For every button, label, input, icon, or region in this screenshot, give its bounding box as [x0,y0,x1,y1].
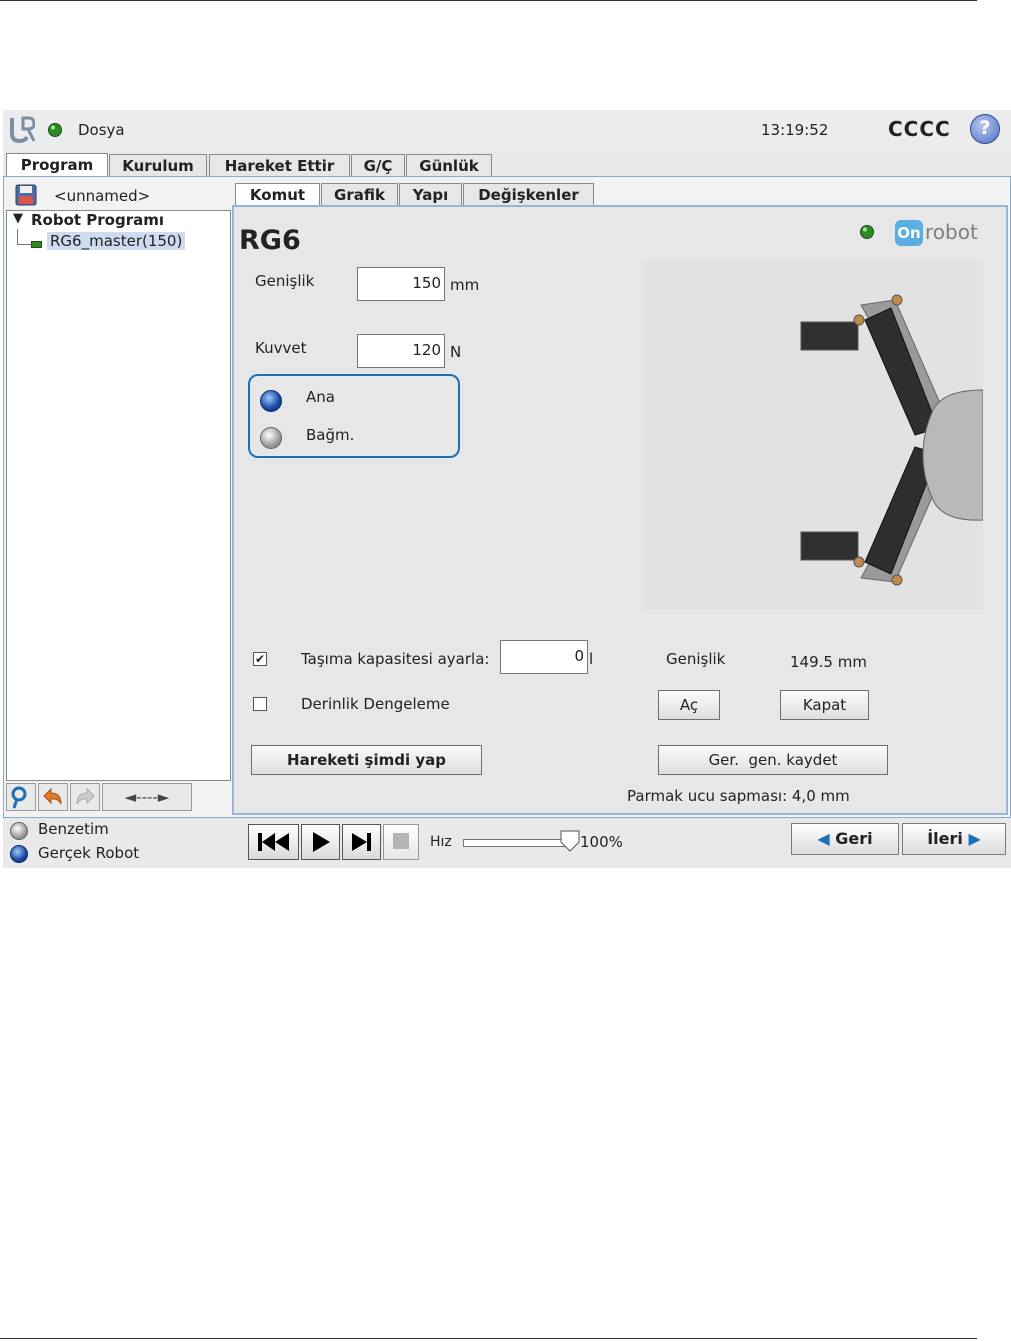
tab-structure[interactable]: Yapı [399,183,462,205]
speed-slider-track[interactable] [463,839,575,847]
fingertip-offset: Parmak ucu sapması: 4,0 mm [627,787,850,805]
width-unit: mm [450,276,480,294]
radio-slave-label: Bağm. [306,426,355,444]
radio-slave[interactable] [260,427,282,449]
tab-installation[interactable]: Kurulum [109,154,207,176]
radio-master-label: Ana [306,388,335,406]
speed-label: Hız [430,834,452,850]
step-button[interactable] [342,824,381,860]
tab-move[interactable]: Hareket Ettir [209,154,350,176]
back-button[interactable]: ◀ Geri [791,823,899,855]
tab-log[interactable]: Günlük [406,154,492,176]
status-led-icon [48,123,62,137]
next-label: İleri [927,829,963,848]
search-icon [11,786,27,809]
rewind-icon [258,833,289,851]
tab-variables[interactable]: Değişkenler [463,183,594,205]
tree-root[interactable]: Robot Programı [31,211,164,229]
robot-name: CCCC [888,117,951,141]
search-button[interactable] [6,783,36,811]
real-robot-radio[interactable] [10,845,28,863]
onrobot-logo-icon: On [895,220,923,246]
simulation-radio[interactable] [10,822,28,840]
real-robot-label: Gerçek Robot [38,844,140,862]
undo-icon [43,787,62,805]
play-icon [313,832,330,852]
program-file-name: <unnamed> [54,187,151,205]
payload-input[interactable]: 0 [500,640,588,674]
tree-connector [17,244,31,245]
payload-checkbox[interactable]: ✔ [253,652,267,666]
force-unit: N [450,343,462,361]
payload-label: Taşıma kapasitesi ayarla: [301,650,490,668]
depth-label: Derinlik Dengeleme [301,695,450,713]
stop-button[interactable] [383,824,419,860]
width-label: Genişlik [255,272,315,290]
open-button[interactable]: Aç [658,690,720,720]
width-input[interactable]: 150 [357,267,445,301]
file-menu[interactable]: Dosya [78,121,125,139]
force-input[interactable]: 120 [357,334,445,368]
help-icon[interactable]: ? [970,114,1000,144]
tab-graphics[interactable]: Grafik [321,183,398,205]
stop-icon [393,833,409,849]
current-width-value: 149.5 mm [790,653,867,671]
save-width-button[interactable]: Ger. gen. kaydet [658,745,888,775]
radio-master[interactable] [260,390,282,412]
redo-icon [76,787,95,805]
node-status-icon [31,241,42,248]
rewind-button[interactable] [248,824,299,860]
next-button[interactable]: İleri ▶ [902,823,1006,855]
step-icon [352,833,371,851]
program-tree: ▼ Robot Programı RG6_master(150) [6,210,231,781]
redo-button[interactable] [70,783,100,811]
polyscope-window: Dosya 13:19:52 CCCC ? Program Kurulum Ha… [3,110,1011,868]
save-icon[interactable] [15,184,37,206]
move-node-button[interactable]: ◄----► [102,783,192,811]
role-radio-group [248,374,460,458]
tree-connector [17,229,18,244]
gripper-illustration [643,260,983,610]
tree-expand-icon[interactable]: ▼ [13,211,23,226]
onrobot-logo-text: robot [925,220,978,244]
arrow-left-icon: ◀ [817,829,830,848]
current-width-label: Genişlik [666,650,726,668]
payload-unit: l [589,650,594,668]
move-now-button[interactable]: Hareketi şimdi yap [251,745,482,775]
footer-rule [0,1338,977,1339]
speed-slider-handle[interactable] [560,830,580,852]
depth-checkbox[interactable] [253,697,267,711]
title-bar: Dosya 13:19:52 CCCC ? [3,110,1011,150]
back-label: Geri [835,829,873,848]
tab-program[interactable]: Program [6,153,108,177]
close-button[interactable]: Kapat [780,690,869,720]
tree-node-rg6[interactable]: RG6_master(150) [47,232,186,250]
tab-command[interactable]: Komut [235,183,320,207]
simulation-label: Benzetim [38,820,109,838]
play-button[interactable] [301,824,340,860]
page-title: RG6 [239,225,301,256]
gripper-status-icon [860,225,874,239]
force-label: Kuvvet [255,339,307,357]
undo-button[interactable] [38,783,68,811]
speed-value: 100% [580,833,623,851]
clock: 13:19:52 [761,121,829,139]
ur-logo-icon [10,116,35,144]
arrow-right-icon: ▶ [968,829,981,848]
tab-io[interactable]: G/Ç [351,154,405,176]
header-rule [0,0,977,1]
